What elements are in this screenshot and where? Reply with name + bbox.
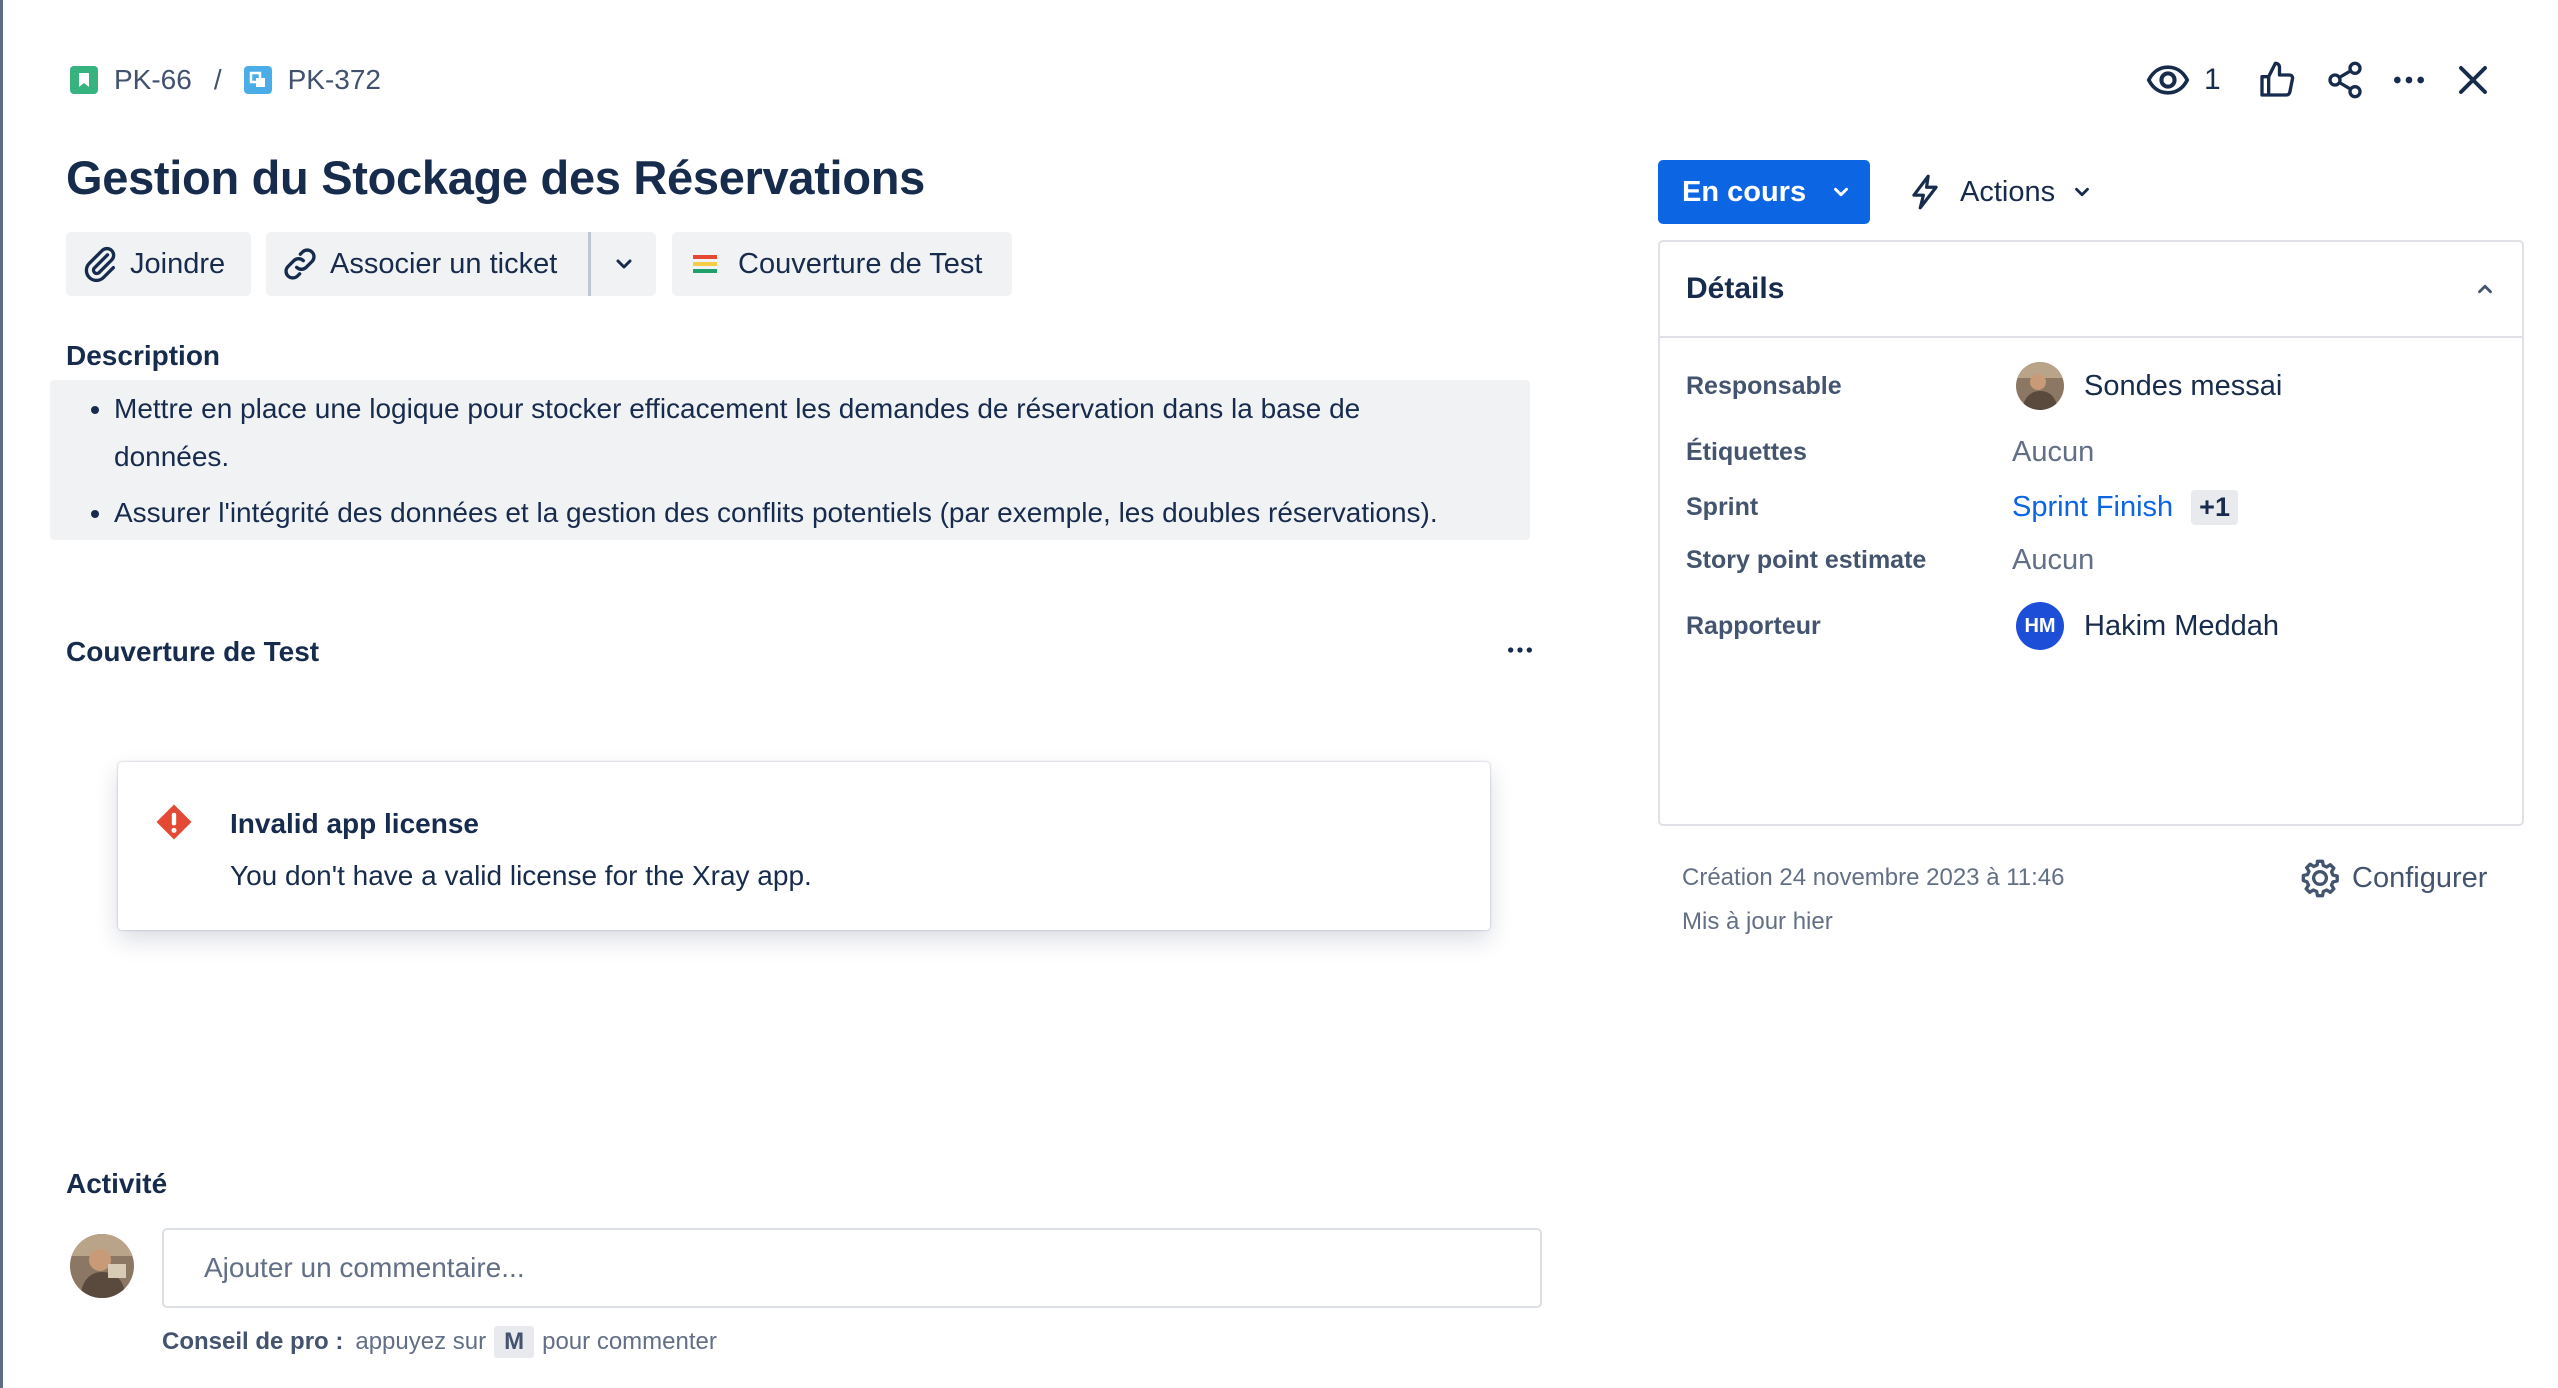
comment-input[interactable]: Ajouter un commentaire... (162, 1228, 1542, 1308)
test-coverage-label: Couverture de Test (738, 247, 983, 280)
link-issue-dropdown[interactable] (591, 232, 656, 296)
license-error-card: Invalid app license You don't have a val… (118, 762, 1490, 930)
status-label: En cours (1682, 175, 1807, 208)
chevron-down-icon (616, 259, 631, 269)
story-points-value[interactable]: Aucun (2012, 544, 2094, 577)
sprint-label: Sprint (1686, 493, 1759, 521)
parent-key[interactable]: PK-66 (114, 64, 192, 96)
attach-label: Joindre (130, 247, 226, 280)
issue-title[interactable]: Gestion du Stockage des Réservations (66, 150, 925, 205)
description-heading: Description (66, 340, 221, 371)
story-icon (70, 66, 98, 94)
vote-button[interactable] (2249, 52, 2305, 108)
attach-button[interactable]: Joindre (66, 232, 251, 296)
test-coverage-more-button[interactable] (1500, 632, 1540, 668)
more-icon (2393, 76, 2424, 84)
link-icon (284, 248, 316, 280)
actions-button[interactable]: Actions (1906, 160, 2093, 224)
more-icon (1508, 647, 1532, 653)
close-button[interactable] (2445, 52, 2501, 108)
reporter-value[interactable]: HM Hakim Meddah (2012, 602, 2279, 650)
chevron-down-icon (2075, 187, 2089, 197)
comment-placeholder: Ajouter un commentaire... (204, 1252, 525, 1283)
status-button[interactable]: En cours (1658, 160, 1870, 224)
labels-label: Étiquettes (1686, 438, 1807, 466)
issue-header-actions: 1 (2140, 52, 2501, 108)
updated-date: Mis à jour hier (1682, 908, 1833, 935)
reporter-name: Hakim Meddah (2084, 609, 2280, 642)
chevron-down-icon (1834, 187, 1849, 197)
watch-count: 1 (2204, 63, 2221, 96)
breadcrumb-current[interactable]: PK-372 (243, 64, 381, 96)
assignee-avatar (2016, 362, 2064, 410)
description-bullet: Mettre en place une logique pour stocker… (114, 385, 1530, 481)
reporter-avatar: HM (2016, 602, 2064, 650)
paperclip-icon (84, 246, 116, 283)
more-actions-button[interactable] (2381, 52, 2437, 108)
chevron-up-icon (2478, 284, 2492, 294)
sprint-extra-badge[interactable]: +1 (2191, 490, 2238, 525)
sprint-link[interactable]: Sprint Finish (2012, 491, 2173, 524)
reporter-label: Rapporteur (1686, 611, 1821, 640)
sprint-value: Sprint Finish +1 (2012, 490, 2238, 525)
created-date: Création 24 novembre 2023 à 11:46 (1682, 864, 2065, 891)
subtask-icon (243, 66, 272, 94)
field-sprint: Sprint Sprint Finish +1 (1686, 490, 2496, 525)
story-points-label: Story point estimate (1686, 546, 1927, 574)
link-issue-label: Associer un ticket (330, 247, 558, 280)
assignee-name: Sondes messai (2084, 369, 2283, 402)
tip-after: pour commenter (542, 1328, 717, 1355)
watch-button[interactable]: 1 (2140, 52, 2227, 108)
assignee-label: Responsable (1686, 371, 1842, 400)
breadcrumb: PK-66 / PK-372 (70, 60, 381, 100)
breadcrumb-separator: / (213, 64, 222, 95)
field-labels: Étiquettes Aucun (1686, 436, 2496, 469)
close-icon (2458, 66, 2487, 94)
test-coverage-heading: Couverture de Test (66, 636, 320, 667)
test-coverage-icon (693, 255, 717, 273)
gear-icon (2301, 859, 2339, 898)
tip-key: M (494, 1326, 535, 1358)
details-heading: Détails (1686, 272, 1785, 305)
test-coverage-button[interactable]: Couverture de Test (672, 232, 1012, 296)
window-edge (0, 0, 3, 1388)
error-message: You don't have a valid license for the X… (230, 860, 812, 891)
labels-value[interactable]: Aucun (2012, 436, 2094, 469)
eye-icon (2146, 65, 2190, 95)
tip-label: Conseil de pro : (162, 1328, 344, 1355)
field-reporter: Rapporteur HM Hakim Meddah (1686, 596, 2496, 656)
configure-label: Configurer (2352, 861, 2488, 894)
configure-button[interactable]: Configurer (2300, 858, 2487, 898)
share-icon (2328, 61, 2362, 99)
link-issue-button[interactable]: Associer un ticket (266, 232, 588, 296)
current-user-avatar (70, 1234, 134, 1298)
thumbs-up-icon (2260, 61, 2294, 97)
details-header[interactable]: Détails (1660, 242, 2522, 338)
breadcrumb-parent[interactable]: PK-66 (70, 64, 192, 96)
description-content[interactable]: Mettre en place une logique pour stocker… (50, 380, 1530, 540)
error-title: Invalid app license (230, 808, 479, 839)
assignee-value[interactable]: Sondes messai (2012, 362, 2282, 410)
field-story-points: Story point estimate Aucun (1686, 544, 2496, 577)
lightning-icon (1912, 174, 1938, 210)
error-icon (156, 804, 192, 840)
share-button[interactable] (2317, 52, 2373, 108)
field-assignee: Responsable Sondes messai (1686, 362, 2496, 410)
tip-before: appuyez sur (355, 1328, 487, 1355)
activity-heading: Activité (66, 1168, 168, 1199)
details-panel: Détails Responsable Sondes messai Étique… (1658, 240, 2524, 826)
description-bullet: Assurer l'intégrité des données et la ge… (114, 489, 1530, 537)
issue-key[interactable]: PK-372 (288, 64, 381, 96)
actions-label: Actions (1960, 175, 2056, 208)
comment-tip: Conseil de pro : appuyez sur M pour comm… (162, 1326, 717, 1358)
